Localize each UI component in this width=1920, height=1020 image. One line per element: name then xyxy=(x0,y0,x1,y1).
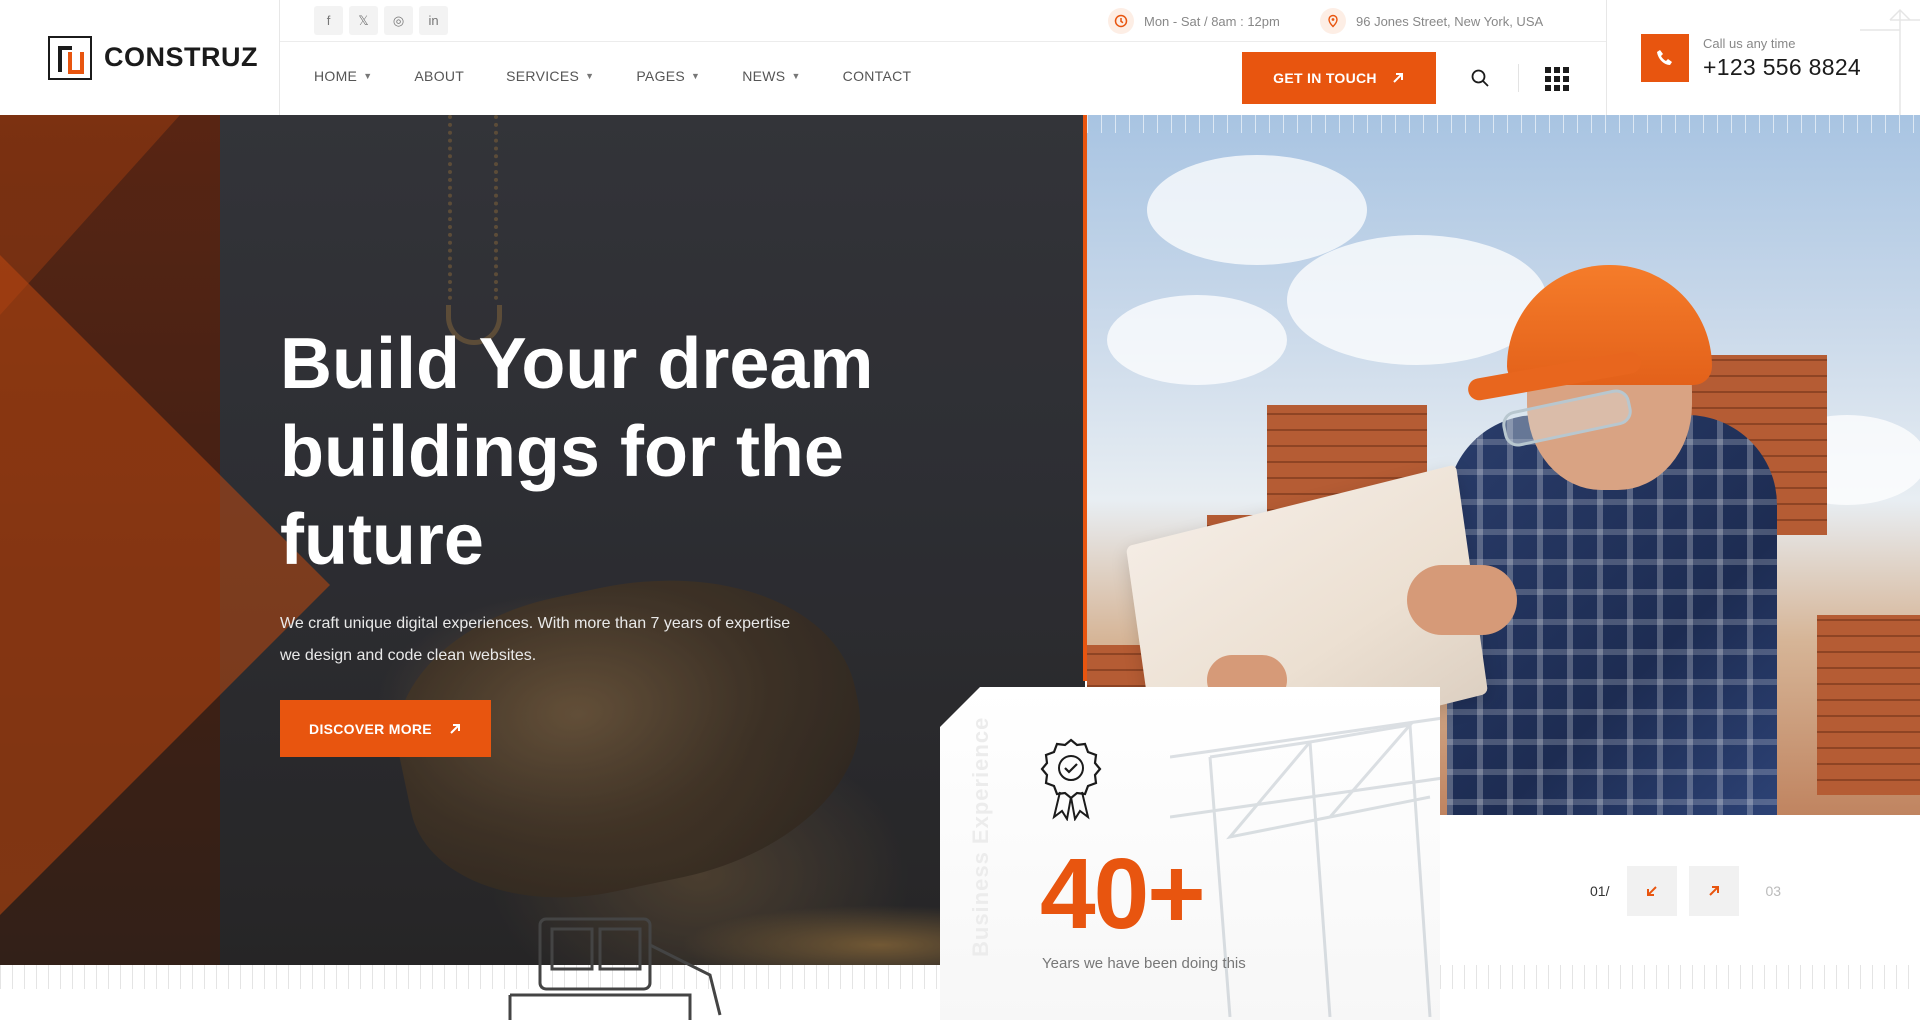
vertical-label: Business Experience xyxy=(968,716,993,957)
hero-divider xyxy=(1083,115,1087,681)
prev-slide-button[interactable] xyxy=(1627,866,1678,916)
nav-label: ABOUT xyxy=(414,68,465,84)
divider xyxy=(1518,64,1519,92)
nav-label: HOME xyxy=(314,68,358,84)
discover-more-button[interactable]: DISCOVER MORE xyxy=(280,700,491,757)
social-links: f 𝕏 ◎ in xyxy=(314,6,448,35)
top-bar: f 𝕏 ◎ in Mon - Sat / 8am : 12pm 96 Jones… xyxy=(280,0,1606,42)
nav-label: NEWS xyxy=(742,68,786,84)
x-twitter-icon[interactable]: 𝕏 xyxy=(349,6,378,35)
opening-hours: Mon - Sat / 8am : 12pm xyxy=(1108,8,1280,34)
excavator-illustration xyxy=(508,917,722,1020)
logo-link[interactable]: CONSTRUZ xyxy=(0,0,280,115)
call-box[interactable]: Call us any time +123 556 8824 xyxy=(1606,0,1920,115)
nav-item-home[interactable]: HOME ▼ xyxy=(314,68,372,84)
call-label: Call us any time xyxy=(1703,36,1796,51)
nav-item-about[interactable]: ABOUT xyxy=(414,68,464,84)
arrow-up-right-icon xyxy=(1709,886,1720,896)
address-text: 96 Jones Street, New York, USA xyxy=(1356,13,1544,29)
nav-label: SERVICES xyxy=(506,68,580,84)
address: 96 Jones Street, New York, USA xyxy=(1320,8,1543,34)
chevron-down-icon: ▼ xyxy=(363,71,373,81)
crane-decoration-icon xyxy=(1860,8,1920,115)
main-nav: HOME ▼ ABOUT SERVICES ▼ PAGES ▼ NEWS ▼ CONTA… xyxy=(314,68,911,84)
years-caption: Years we have been doing this xyxy=(1042,955,1246,972)
cta-label: GET IN TOUCH xyxy=(1273,70,1377,86)
instagram-icon[interactable]: ◎ xyxy=(384,6,413,35)
next-slide-button[interactable] xyxy=(1689,866,1740,916)
slide-total: 03 xyxy=(1765,883,1782,899)
slide-current: 01/ xyxy=(1590,883,1610,899)
hero-title: Build Your dream buildings for the futur… xyxy=(280,324,874,580)
nav-item-pages[interactable]: PAGES ▼ xyxy=(636,68,700,84)
facebook-icon[interactable]: f xyxy=(314,6,343,35)
brand-name: CONSTRUZ xyxy=(104,42,258,72)
chevron-down-icon: ▼ xyxy=(585,71,595,81)
site-header: CONSTRUZ f 𝕏 ◎ in Mon - Sat / 8am : 12pm… xyxy=(0,0,1920,115)
location-pin-icon xyxy=(1320,8,1346,34)
award-badge-icon xyxy=(1040,738,1102,821)
nav-item-services[interactable]: SERVICES ▼ xyxy=(506,68,594,84)
years-number: 40+ xyxy=(1040,838,1206,950)
chevron-down-icon: ▼ xyxy=(691,71,701,81)
hours-text: Mon - Sat / 8am : 12pm xyxy=(1144,13,1280,29)
nav-label: CONTACT xyxy=(842,68,912,84)
arrow-up-right-icon xyxy=(450,723,460,734)
experience-card: Business Experience 40+ Years we have be… xyxy=(940,687,1440,1020)
arrow-down-left-icon xyxy=(1647,886,1658,896)
clock-icon xyxy=(1108,8,1134,34)
logo-icon xyxy=(48,35,92,80)
slider-controls: 01/ 03 xyxy=(1590,866,1781,916)
ruler-decoration xyxy=(1087,115,1920,133)
get-in-touch-button[interactable]: GET IN TOUCH xyxy=(1242,52,1436,104)
page: CONSTRUZ f 𝕏 ◎ in Mon - Sat / 8am : 12pm… xyxy=(0,0,1920,1020)
hero-description: We craft unique digital experiences. Wit… xyxy=(280,615,791,664)
nav-item-contact[interactable]: CONTACT xyxy=(843,68,912,84)
nav-label: PAGES xyxy=(636,68,686,84)
grid-menu-icon[interactable] xyxy=(1542,64,1572,94)
chevron-down-icon: ▼ xyxy=(791,71,801,81)
phone-icon xyxy=(1641,34,1689,82)
search-icon[interactable] xyxy=(1464,62,1496,94)
discover-label: DISCOVER MORE xyxy=(309,720,432,737)
arrow-up-right-icon xyxy=(1393,73,1403,83)
linkedin-icon[interactable]: in xyxy=(419,6,448,35)
nav-item-news[interactable]: NEWS ▼ xyxy=(742,68,800,84)
